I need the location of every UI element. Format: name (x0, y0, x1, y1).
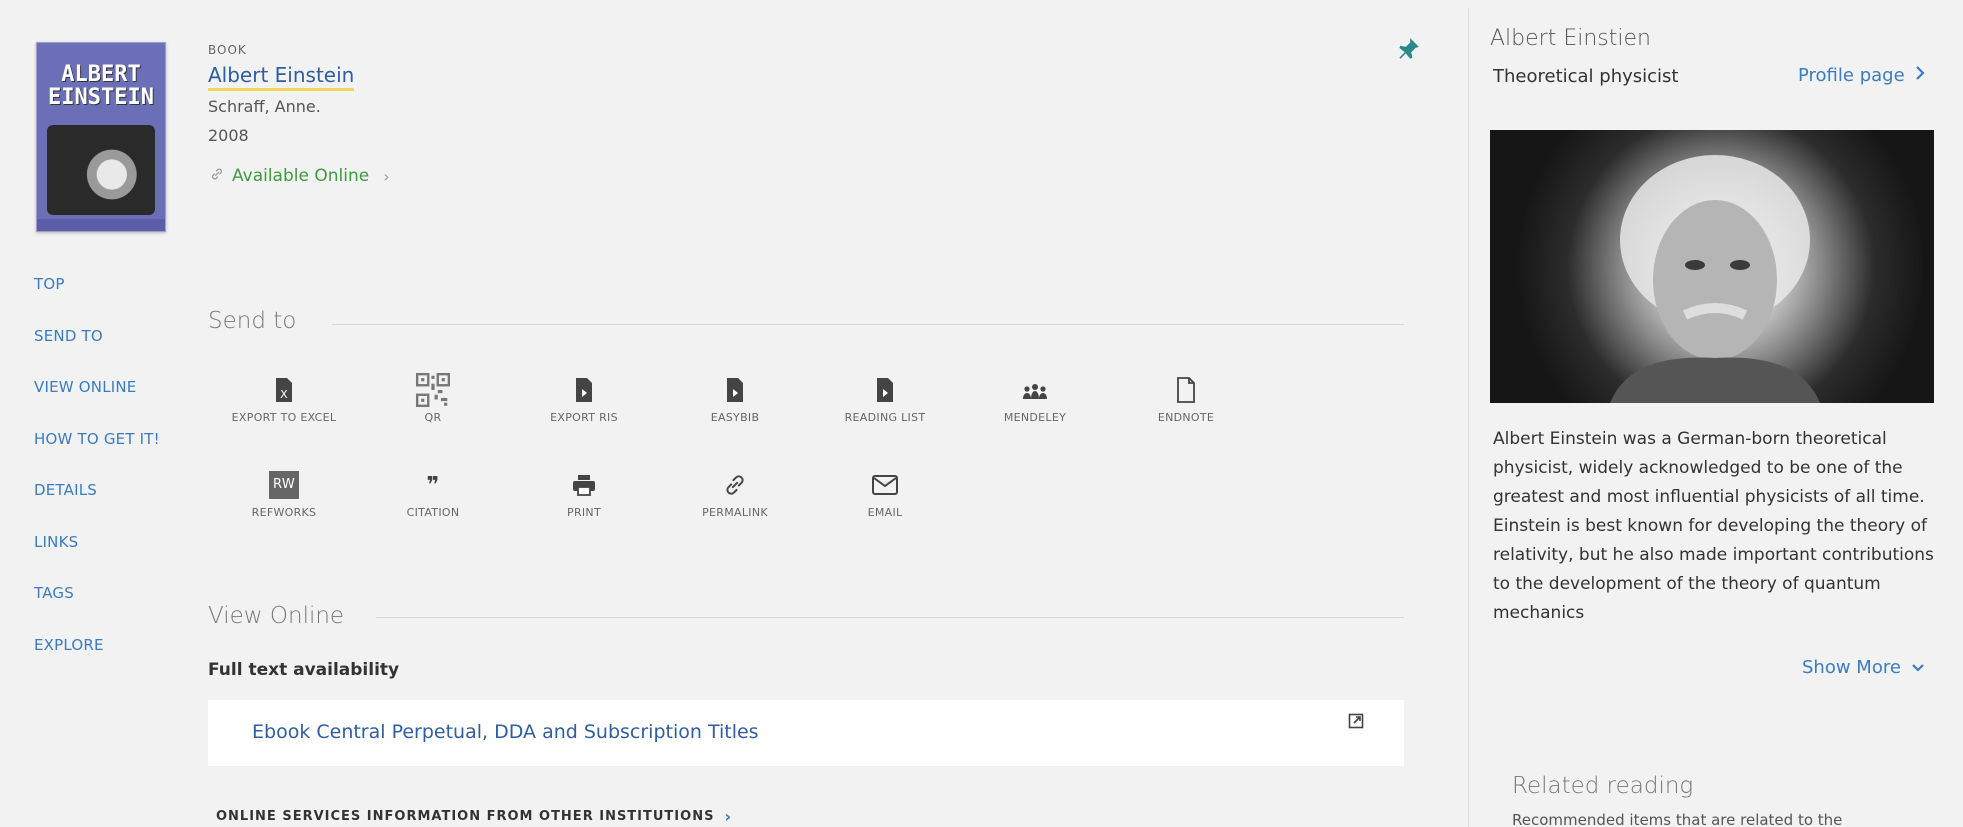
qr-button[interactable]: QR (373, 372, 493, 426)
view-online-divider (376, 617, 1404, 618)
reading-list-label: READING LIST (844, 411, 926, 424)
envelope-icon (825, 470, 945, 500)
availability-status: Available Online (232, 166, 370, 186)
related-reading-heading: Related reading (1512, 773, 1694, 799)
export-ris-button[interactable]: EXPORT RIS (524, 375, 644, 426)
record-year: 2008 (208, 126, 249, 145)
send-to-heading: Send to (208, 308, 297, 334)
nav-details[interactable]: DETAILS (34, 478, 160, 530)
panel-description: Albert Einstein was a German-born theore… (1493, 429, 1934, 623)
mendeley-button[interactable]: MENDELEY (975, 375, 1095, 426)
citation-button[interactable]: ❞ CITATION (373, 470, 493, 521)
printer-icon (524, 470, 644, 500)
endnote-button[interactable]: ENDNOTE (1126, 375, 1246, 426)
refworks-icon: RW (224, 470, 344, 500)
nav-top[interactable]: TOP (34, 272, 160, 324)
reading-list-file-icon (825, 375, 945, 405)
cover-title: ALBERT EINSTEIN (48, 62, 154, 110)
full-text-label: Full text availability (208, 660, 400, 680)
availability-link[interactable]: Available Online › (210, 166, 390, 186)
cover-portrait (47, 125, 155, 215)
svg-text:x: x (280, 388, 288, 401)
permalink-button[interactable]: PERMALINK (675, 470, 795, 521)
nav-explore[interactable]: EXPLORE (34, 633, 160, 685)
pin-icon[interactable] (1395, 34, 1421, 64)
qr-label: QR (424, 411, 442, 424)
export-ris-label: EXPORT RIS (550, 411, 618, 424)
cover-strip (37, 219, 165, 231)
full-text-provider-row[interactable]: Ebook Central Perpetual, DDA and Subscri… (208, 700, 1404, 766)
portrait-photo (1490, 130, 1934, 403)
refworks-label: REFWORKS (251, 506, 317, 519)
email-button[interactable]: EMAIL (825, 470, 945, 521)
refworks-button[interactable]: RW REFWORKS (224, 470, 344, 521)
nav-view-online[interactable]: VIEW ONLINE (34, 375, 160, 427)
easybib-label: EASYBIB (710, 411, 760, 424)
print-button[interactable]: PRINT (524, 470, 644, 521)
book-cover-thumbnail[interactable]: ALBERT EINSTEIN (36, 42, 166, 232)
export-excel-label: EXPORT TO EXCEL (231, 411, 337, 424)
email-label: EMAIL (867, 506, 903, 519)
nav-send-to[interactable]: SEND TO (34, 324, 160, 376)
show-more-label: Show More (1802, 657, 1901, 678)
reading-list-button[interactable]: READING LIST (825, 375, 945, 426)
print-label: PRINT (567, 506, 601, 519)
mendeley-label: MENDELEY (1003, 411, 1067, 424)
record-title[interactable]: Albert Einstein (208, 62, 355, 91)
provider-link[interactable]: Ebook Central Perpetual, DDA and Subscri… (252, 721, 759, 743)
nav-how-to-get-it[interactable]: HOW TO GET IT! (34, 427, 160, 479)
profile-page-link[interactable]: Profile page (1798, 65, 1925, 86)
refworks-badge: RW (269, 471, 299, 499)
chevron-right-icon (1915, 65, 1925, 86)
mendeley-icon (975, 375, 1095, 405)
permalink-label: PERMALINK (702, 506, 768, 519)
nav-links[interactable]: LINKS (34, 530, 160, 582)
qr-icon (373, 372, 493, 408)
show-more-button[interactable]: Show More (1802, 657, 1925, 678)
chevron-right-icon: › (724, 807, 733, 826)
quote-icon: ❞ (373, 470, 493, 500)
quote-glyph: ❞ (426, 472, 440, 498)
link-icon (675, 470, 795, 500)
section-nav: TOP SEND TO VIEW ONLINE HOW TO GET IT! D… (34, 272, 160, 684)
link-icon (210, 166, 224, 186)
easybib-button[interactable]: EASYBIB (675, 375, 795, 426)
other-institutions-label: ONLINE SERVICES INFORMATION FROM OTHER I… (216, 809, 715, 824)
easybib-file-icon (675, 375, 795, 405)
record-author: Schraff, Anne. (208, 97, 321, 116)
external-link-icon[interactable] (1348, 713, 1364, 733)
panel-role: Theoretical physicist (1493, 66, 1679, 87)
view-online-heading: View Online (208, 603, 345, 629)
record-type: BOOK (208, 43, 247, 57)
chevron-right-icon: › (383, 166, 390, 186)
excel-icon: x (224, 375, 344, 405)
export-excel-button[interactable]: x EXPORT TO EXCEL (224, 375, 344, 426)
send-to-divider (332, 324, 1404, 325)
endnote-file-icon (1126, 375, 1246, 405)
citation-label: CITATION (406, 506, 460, 519)
chevron-down-icon (1911, 657, 1925, 678)
panel-name: Albert Einstien (1490, 26, 1651, 51)
ris-file-icon (524, 375, 644, 405)
panel-divider (1468, 8, 1469, 827)
other-institutions-link[interactable]: ONLINE SERVICES INFORMATION FROM OTHER I… (216, 807, 732, 826)
profile-page-label: Profile page (1798, 65, 1905, 86)
nav-tags[interactable]: TAGS (34, 581, 160, 633)
endnote-label: ENDNOTE (1157, 411, 1215, 424)
related-reading-subtitle: Recommended items that are related to th… (1512, 811, 1843, 827)
